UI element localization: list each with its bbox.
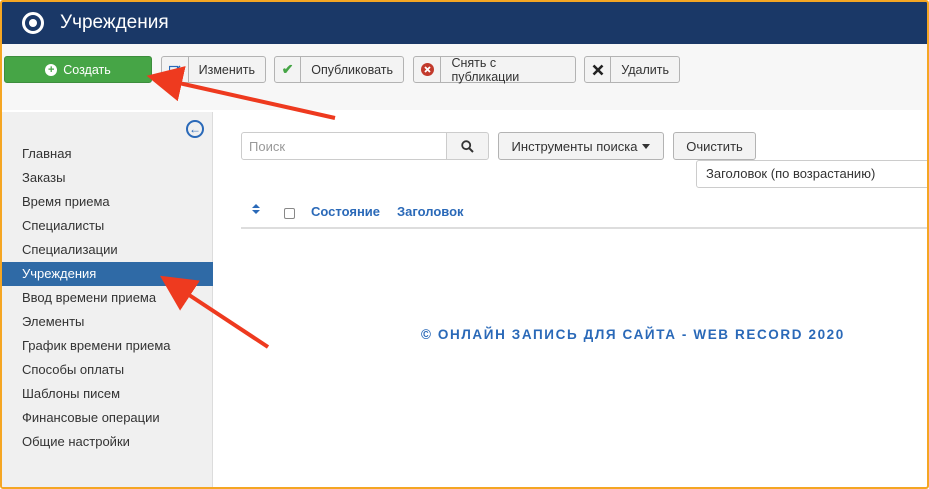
- create-button-label: Создать: [63, 62, 111, 77]
- sidebar-item-institutions[interactable]: Учреждения: [2, 262, 213, 286]
- app-header: Учреждения: [2, 2, 927, 44]
- sidebar-menu: Главная Заказы Время приема Специалисты …: [2, 142, 213, 454]
- sidebar-item-payment-methods[interactable]: Способы оплаты: [2, 358, 213, 382]
- unpublish-button[interactable]: Снять с публикации: [413, 55, 576, 84]
- edit-button-label: Изменить: [198, 62, 255, 77]
- unpublish-icon: [414, 57, 442, 82]
- sidebar-item-financial-operations[interactable]: Финансовые операции: [2, 406, 213, 430]
- publish-button[interactable]: ✔ Опубликовать: [274, 56, 404, 83]
- table-header: Состояние Заголовок: [241, 197, 927, 229]
- joomla-logo-icon: [22, 12, 44, 34]
- copyright-text: © ОНЛАЙН ЗАПИСЬ ДЛЯ САЙТА - WEB RECORD 2…: [421, 327, 845, 342]
- sidebar-item-general-settings[interactable]: Общие настройки: [2, 430, 213, 454]
- sidebar-item-specializations[interactable]: Специализации: [2, 238, 213, 262]
- sort-select[interactable]: Заголовок (по возрастанию): [696, 160, 927, 188]
- publish-button-label: Опубликовать: [311, 62, 393, 77]
- sidebar-item-schedule[interactable]: График времени приема: [2, 334, 213, 358]
- edit-icon: [162, 57, 189, 82]
- delete-button-label: Удалить: [621, 62, 669, 77]
- unpublish-button-label: Снять с публикации: [451, 55, 520, 84]
- caret-down-icon: [642, 143, 651, 149]
- column-status[interactable]: Состояние: [311, 204, 380, 219]
- create-button[interactable]: + Создать: [4, 56, 152, 83]
- sidebar: ← Главная Заказы Время приема Специалист…: [2, 112, 213, 487]
- toolbar: + Создать Изменить ✔ Опубликовать Снять …: [2, 44, 927, 110]
- sort-ordering-icon[interactable]: [251, 204, 261, 216]
- collapse-left-icon[interactable]: ←: [186, 120, 204, 138]
- clear-button[interactable]: Очистить: [673, 132, 756, 160]
- search-icon: [461, 139, 474, 153]
- column-title[interactable]: Заголовок: [397, 204, 464, 219]
- search-button[interactable]: [446, 132, 489, 160]
- select-all-checkbox[interactable]: [284, 208, 295, 219]
- sidebar-item-home[interactable]: Главная: [2, 142, 213, 166]
- sidebar-item-orders[interactable]: Заказы: [2, 166, 213, 190]
- sidebar-item-elements[interactable]: Элементы: [2, 310, 213, 334]
- edit-button[interactable]: Изменить: [161, 56, 266, 83]
- delete-button[interactable]: Удалить: [584, 56, 680, 83]
- delete-x-icon: [585, 57, 612, 82]
- search-input[interactable]: [241, 132, 447, 160]
- sidebar-item-email-templates[interactable]: Шаблоны писем: [2, 382, 213, 406]
- search-tools-label: Инструменты поиска: [511, 138, 638, 154]
- sidebar-item-time-entry[interactable]: Ввод времени приема: [2, 286, 213, 310]
- sidebar-item-reception-time[interactable]: Время приема: [2, 190, 213, 214]
- page-title: Учреждения: [60, 12, 169, 33]
- check-icon: ✔: [275, 57, 302, 82]
- search-tools-button[interactable]: Инструменты поиска: [498, 132, 664, 160]
- plus-circle-icon: +: [45, 63, 58, 76]
- sidebar-item-specialists[interactable]: Специалисты: [2, 214, 213, 238]
- screenshot-frame: Учреждения + Создать Изменить ✔ Опублико…: [0, 0, 929, 489]
